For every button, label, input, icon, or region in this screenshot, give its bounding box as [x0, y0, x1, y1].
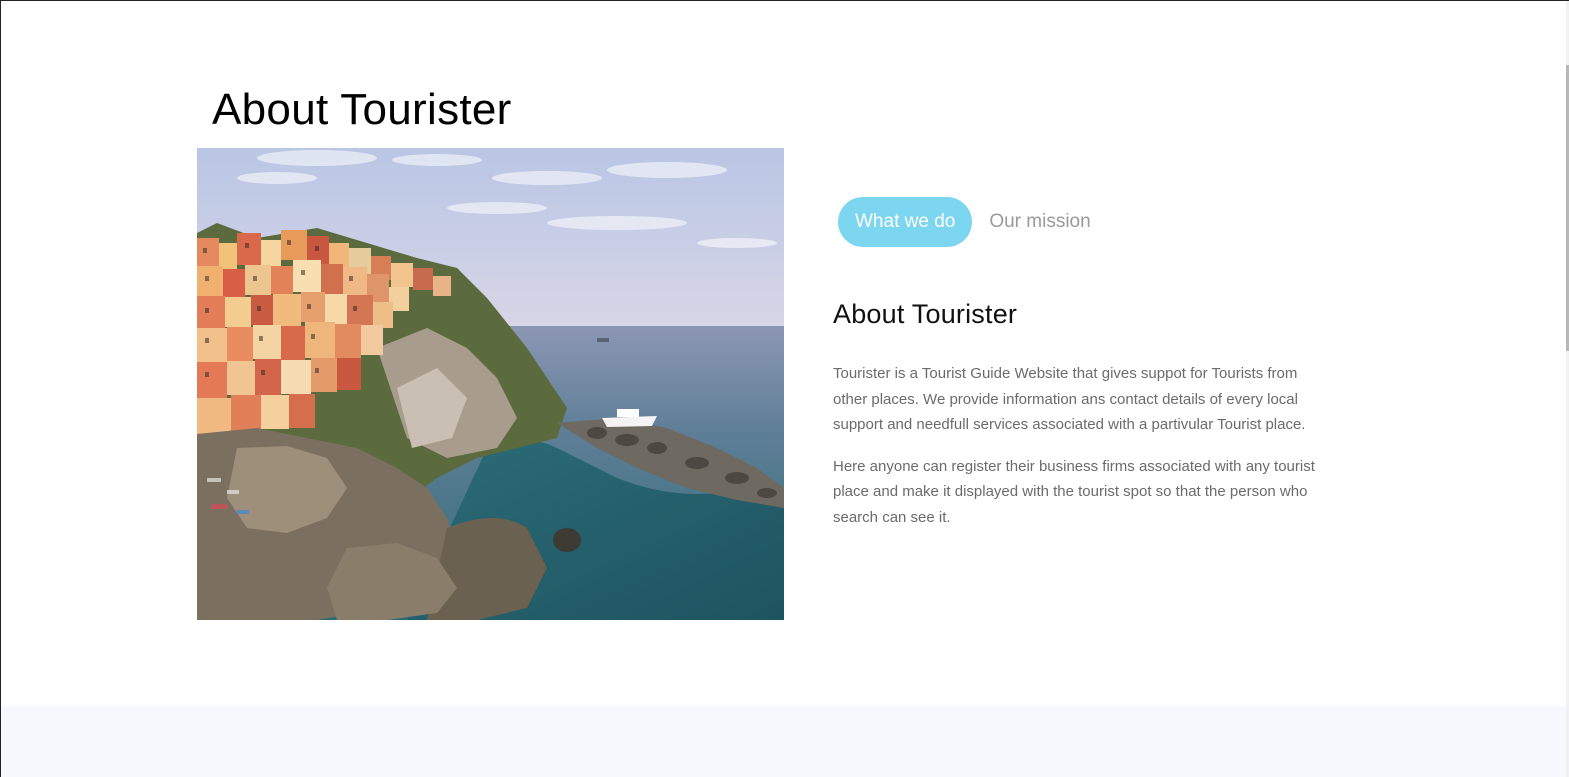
about-panel: What we do Our mission About Tourister T… — [833, 197, 1323, 531]
tab-our-mission[interactable]: Our mission — [972, 197, 1107, 247]
page-title: About Tourister — [212, 85, 512, 134]
about-paragraph-2: Here anyone can register their business … — [833, 457, 1315, 526]
page-frame: About Tourister What we do Our mission A… — [0, 0, 1569, 777]
tab-what-we-do[interactable]: What we do — [838, 197, 973, 247]
section-heading: About Tourister — [833, 299, 1018, 329]
coastal-village-photo-icon — [197, 148, 784, 620]
about-paragraph-1: Tourister is a Tourist Guide Website tha… — [833, 365, 1306, 434]
tab-bar: What we do Our mission — [838, 197, 1323, 247]
next-section-background — [1, 706, 1569, 777]
coastal-village-image — [197, 148, 784, 620]
